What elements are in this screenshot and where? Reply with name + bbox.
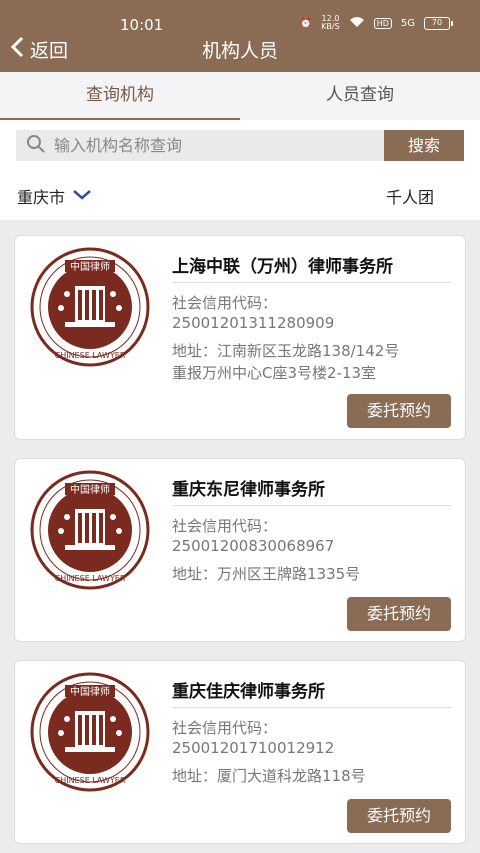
- chinese-lawyer-logo: 中国律师 CHINESE LAWYER: [30, 672, 150, 792]
- address-line: 地址：厦门大道科龙路118号: [172, 767, 366, 785]
- divider: [172, 505, 451, 506]
- city-selector[interactable]: 重庆市: [17, 184, 93, 208]
- network-speed: 12.0 KB/S: [321, 14, 340, 31]
- address: 地址：江南新区玉龙路138/142号 重报万州中心C座3号楼2-13室: [172, 340, 462, 384]
- group-filter[interactable]: 千人团: [386, 184, 434, 208]
- entrust-button[interactable]: 委托预约: [347, 799, 451, 833]
- search-input[interactable]: [54, 136, 374, 155]
- firm-name: 上海中联（万州）律师事务所: [172, 257, 393, 277]
- address-line: 地址：万州区王牌路1335号: [172, 565, 361, 583]
- logo-top-text: 中国律师: [70, 483, 110, 496]
- address: 地址：万州区王牌路1335号: [172, 563, 462, 585]
- firm-card[interactable]: 中国律师 CHINESE LAWYER 上海中联（万州）律师事务所 社会信用代码…: [14, 235, 466, 440]
- top-bar: 10:01 ⏰ 12.0 KB/S HD 5G 70 返回 机构人员: [0, 0, 480, 72]
- credit-label: 社会信用代码：: [172, 294, 278, 312]
- hd-badge: HD: [373, 17, 392, 29]
- address: 地址：厦门大道科龙路118号: [172, 765, 462, 787]
- search-area: 搜索 重庆市 千人团: [0, 120, 480, 220]
- firm-name: 重庆东尼律师事务所: [172, 480, 325, 500]
- divider: [172, 282, 451, 283]
- credit-label: 社会信用代码：: [172, 719, 278, 737]
- tab-bar: 查询机构 人员查询: [0, 72, 480, 121]
- logo-ring-text: CHINESE LAWYER: [55, 776, 126, 785]
- address-line: 重报万州中心C座3号楼2-13室: [172, 364, 377, 382]
- wifi-icon: [349, 16, 365, 31]
- nav-bar: 返回 机构人员: [0, 34, 480, 64]
- battery-icon: 70: [424, 16, 453, 30]
- credit-code: 25001201710012912: [172, 739, 335, 757]
- entrust-button[interactable]: 委托预约: [347, 394, 451, 428]
- alarm-icon: ⏰: [299, 17, 313, 29]
- chinese-lawyer-logo: 中国律师 CHINESE LAWYER: [30, 247, 150, 367]
- firm-card[interactable]: 中国律师 CHINESE LAWYER 重庆东尼律师事务所 社会信用代码： 25…: [14, 458, 466, 642]
- status-icons: ⏰ 12.0 KB/S HD 5G 70: [299, 14, 453, 31]
- city-label: 重庆市: [17, 188, 66, 207]
- entrust-button[interactable]: 委托预约: [347, 597, 451, 631]
- credit-label: 社会信用代码：: [172, 517, 278, 535]
- search-box[interactable]: [16, 130, 384, 161]
- logo-ring-text: CHINESE LAWYER: [55, 574, 126, 583]
- tab-query-personnel[interactable]: 人员查询: [240, 72, 480, 120]
- logo-top-text: 中国律师: [70, 685, 110, 698]
- credit-code: 25001201311280909: [172, 314, 335, 332]
- firm-card[interactable]: 中国律师 CHINESE LAWYER 重庆佳庆律师事务所 社会信用代码： 25…: [14, 660, 466, 844]
- tab-query-institution[interactable]: 查询机构: [0, 72, 240, 121]
- status-time: 10:01: [120, 16, 164, 34]
- firm-name: 重庆佳庆律师事务所: [172, 682, 325, 702]
- divider: [172, 707, 451, 708]
- filter-row: 重庆市 千人团: [0, 178, 480, 210]
- logo-top-text: 中国律师: [70, 260, 110, 273]
- page-title: 机构人员: [201, 40, 278, 62]
- chinese-lawyer-logo: 中国律师 CHINESE LAWYER: [30, 470, 150, 590]
- chevron-down-icon: [65, 187, 93, 206]
- search-button[interactable]: 搜索: [384, 130, 464, 161]
- signal-icon: 5G: [400, 17, 415, 29]
- search-icon: [16, 134, 46, 158]
- address-line: 地址：江南新区玉龙路138/142号: [172, 342, 400, 360]
- logo-ring-text: CHINESE LAWYER: [55, 351, 126, 360]
- credit-code: 25001200830068967: [172, 537, 335, 555]
